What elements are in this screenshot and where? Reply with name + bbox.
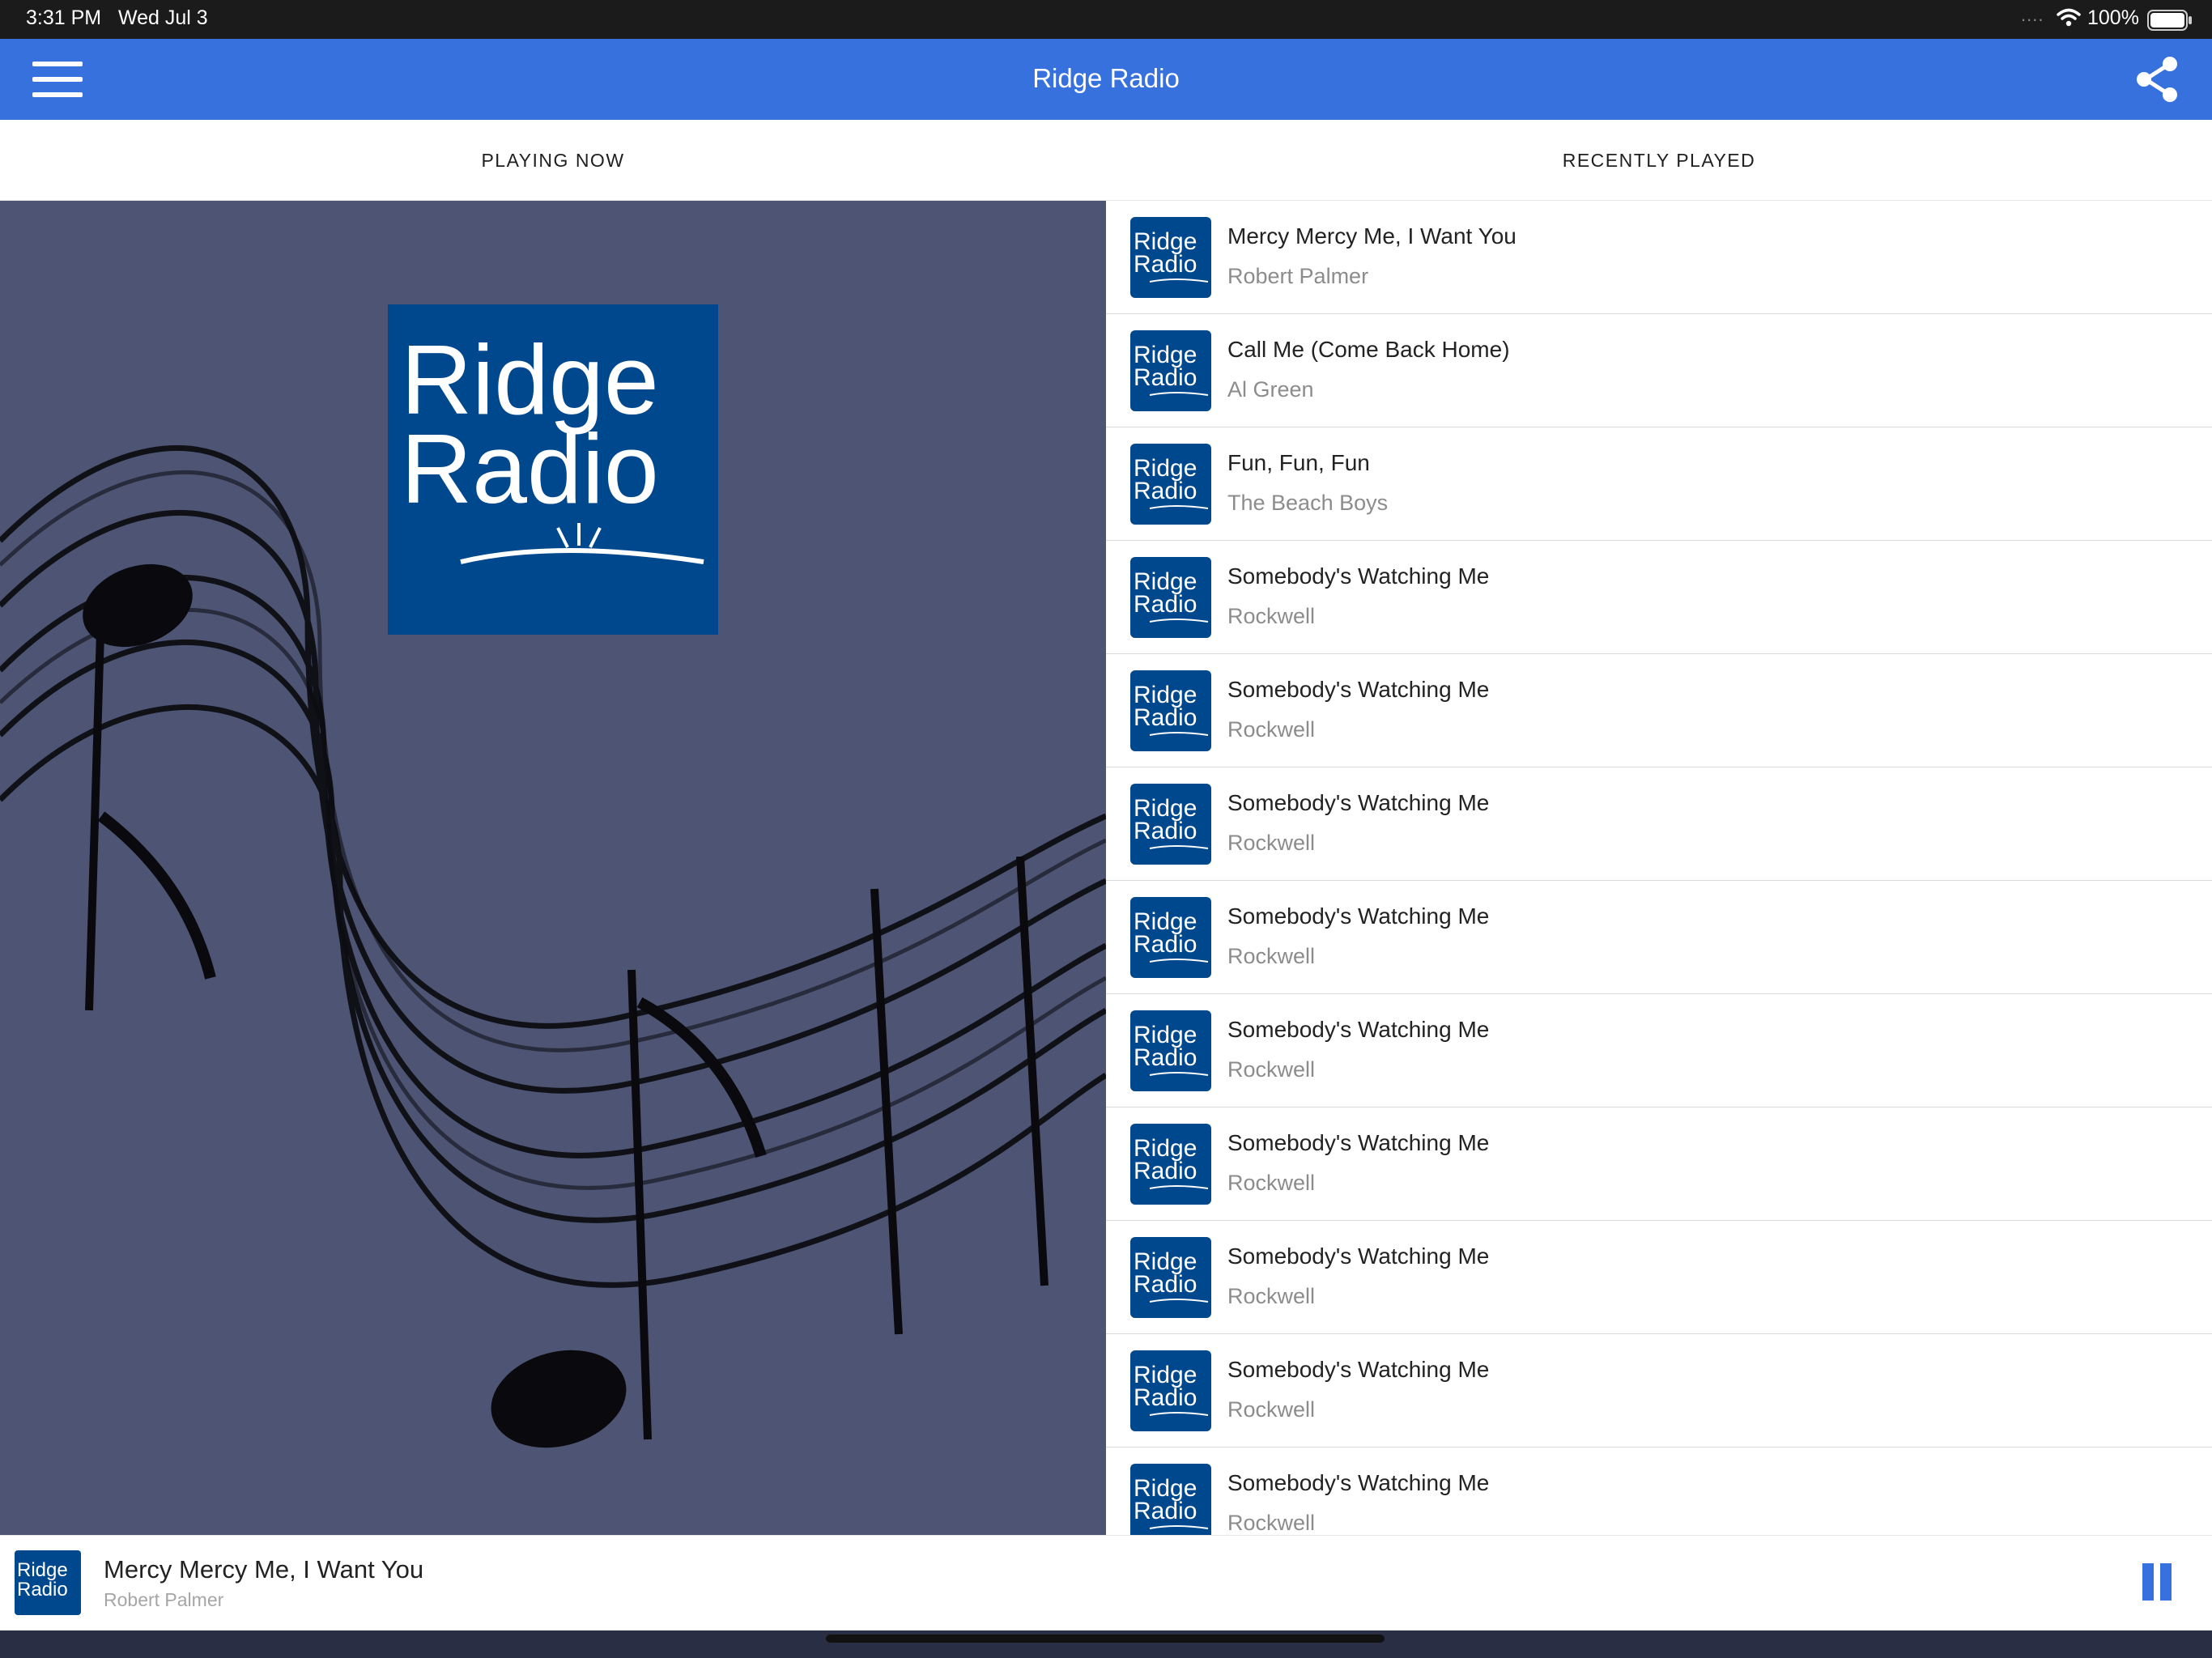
track-thumbnail: Ridge Radio bbox=[1130, 217, 1211, 298]
track-title: Somebody's Watching Me bbox=[1227, 677, 1490, 702]
list-item[interactable]: Ridge Radio Somebody's Watching Me Rockw… bbox=[1106, 654, 2212, 767]
svg-text:Radio: Radio bbox=[1134, 251, 1197, 278]
track-artist: Rockwell bbox=[1227, 1171, 1316, 1195]
svg-text:Radio: Radio bbox=[1134, 931, 1197, 958]
list-item[interactable]: Ridge Radio Somebody's Watching Me Rockw… bbox=[1106, 1448, 2212, 1535]
svg-text:Radio: Radio bbox=[1134, 1498, 1197, 1524]
track-thumbnail: Ridge Radio bbox=[1130, 1464, 1211, 1535]
tab-playing-now[interactable]: PLAYING NOW bbox=[0, 120, 1106, 201]
track-artist: Rockwell bbox=[1227, 831, 1316, 855]
track-title: Fun, Fun, Fun bbox=[1227, 450, 1370, 475]
cellular-signal-icon: .... bbox=[2021, 5, 2044, 25]
svg-text:Radio: Radio bbox=[1134, 478, 1197, 504]
track-thumbnail: Ridge Radio bbox=[1130, 784, 1211, 865]
svg-text:Radio: Radio bbox=[1134, 704, 1197, 731]
track-title: Somebody's Watching Me bbox=[1227, 1130, 1490, 1155]
svg-text:Radio: Radio bbox=[401, 414, 659, 524]
track-title: Somebody's Watching Me bbox=[1227, 1017, 1490, 1042]
pause-icon[interactable] bbox=[2138, 1560, 2176, 1605]
mini-player-title: Mercy Mercy Me, I Want You bbox=[104, 1555, 424, 1584]
track-artist: Rockwell bbox=[1227, 1397, 1316, 1422]
ridge-radio-logo: Ridge Radio bbox=[388, 304, 718, 635]
track-artist: Rockwell bbox=[1227, 604, 1316, 628]
track-title: Somebody's Watching Me bbox=[1227, 790, 1490, 815]
svg-text:Radio: Radio bbox=[17, 1579, 68, 1601]
track-title: Call Me (Come Back Home) bbox=[1227, 337, 1510, 362]
svg-text:Radio: Radio bbox=[1134, 818, 1197, 844]
track-artist: Rockwell bbox=[1227, 1511, 1316, 1535]
now-playing-panel: Ridge Radio bbox=[0, 201, 1106, 1535]
tab-recently-played[interactable]: RECENTLY PLAYED bbox=[1106, 120, 2212, 201]
track-thumbnail: Ridge Radio bbox=[1130, 330, 1211, 411]
svg-text:Radio: Radio bbox=[1134, 1271, 1197, 1298]
track-thumbnail: Ridge Radio bbox=[1130, 897, 1211, 978]
list-item[interactable]: Ridge Radio Fun, Fun, Fun The Beach Boys bbox=[1106, 427, 2212, 541]
track-thumbnail: Ridge Radio bbox=[1130, 1124, 1211, 1205]
track-artist: Rockwell bbox=[1227, 944, 1316, 968]
mini-player-thumbnail: Ridge Radio bbox=[15, 1550, 81, 1615]
track-thumbnail: Ridge Radio bbox=[1130, 557, 1211, 638]
track-title: Somebody's Watching Me bbox=[1227, 563, 1490, 589]
track-artist: The Beach Boys bbox=[1227, 491, 1389, 515]
track-thumbnail: Ridge Radio bbox=[1130, 1350, 1211, 1431]
app-header: Ridge Radio bbox=[0, 39, 2212, 120]
list-item[interactable]: Ridge Radio Call Me (Come Back Home) Al … bbox=[1106, 314, 2212, 427]
track-title: Somebody's Watching Me bbox=[1227, 1357, 1490, 1382]
mini-player[interactable]: Ridge Radio Mercy Mercy Me, I Want You R… bbox=[0, 1535, 2212, 1630]
track-thumbnail: Ridge Radio bbox=[1130, 670, 1211, 751]
recently-played-list: Ridge Radio Mercy Mercy Me, I Want You R… bbox=[1106, 201, 2212, 1535]
wifi-icon bbox=[2057, 8, 2081, 27]
list-item[interactable]: Ridge Radio Somebody's Watching Me Rockw… bbox=[1106, 541, 2212, 654]
track-artist: Rockwell bbox=[1227, 1057, 1316, 1082]
status-date: Wed Jul 3 bbox=[118, 6, 208, 29]
svg-text:Radio: Radio bbox=[1134, 1044, 1197, 1071]
list-item[interactable]: Ridge Radio Mercy Mercy Me, I Want You R… bbox=[1106, 201, 2212, 314]
track-artist: Al Green bbox=[1227, 377, 1314, 402]
share-icon[interactable] bbox=[2133, 55, 2181, 104]
mini-player-artist: Robert Palmer bbox=[104, 1589, 224, 1610]
list-item[interactable]: Ridge Radio Somebody's Watching Me Rockw… bbox=[1106, 881, 2212, 994]
tab-bar: PLAYING NOW RECENTLY PLAYED bbox=[0, 120, 2212, 201]
list-item[interactable]: Ridge Radio Somebody's Watching Me Rockw… bbox=[1106, 767, 2212, 881]
track-title: Somebody's Watching Me bbox=[1227, 1470, 1490, 1495]
track-title: Mercy Mercy Me, I Want You bbox=[1227, 223, 1516, 249]
list-item[interactable]: Ridge Radio Somebody's Watching Me Rockw… bbox=[1106, 1334, 2212, 1448]
home-indicator[interactable] bbox=[826, 1635, 1385, 1643]
track-thumbnail: Ridge Radio bbox=[1130, 1010, 1211, 1091]
track-thumbnail: Ridge Radio bbox=[1130, 444, 1211, 525]
list-item[interactable]: Ridge Radio Somebody's Watching Me Rockw… bbox=[1106, 1107, 2212, 1221]
svg-text:Radio: Radio bbox=[1134, 1158, 1197, 1184]
svg-text:Radio: Radio bbox=[1134, 364, 1197, 391]
track-artist: Robert Palmer bbox=[1227, 264, 1369, 288]
status-time: 3:31 PM bbox=[26, 6, 102, 29]
track-thumbnail: Ridge Radio bbox=[1130, 1237, 1211, 1318]
svg-text:Radio: Radio bbox=[1134, 591, 1197, 618]
battery-percent: 100% bbox=[2087, 6, 2139, 29]
track-artist: Rockwell bbox=[1227, 717, 1316, 742]
svg-text:Ridge: Ridge bbox=[17, 1559, 68, 1581]
track-title: Somebody's Watching Me bbox=[1227, 903, 1490, 929]
battery-icon bbox=[2147, 10, 2192, 31]
svg-text:Radio: Radio bbox=[1134, 1384, 1197, 1411]
list-item[interactable]: Ridge Radio Somebody's Watching Me Rockw… bbox=[1106, 1221, 2212, 1334]
track-artist: Rockwell bbox=[1227, 1284, 1316, 1308]
status-bar: 3:31 PM Wed Jul 3 .... 100% bbox=[0, 0, 2212, 39]
page-title: Ridge Radio bbox=[1032, 63, 1180, 93]
list-item[interactable]: Ridge Radio Somebody's Watching Me Rockw… bbox=[1106, 994, 2212, 1107]
track-title: Somebody's Watching Me bbox=[1227, 1244, 1490, 1269]
